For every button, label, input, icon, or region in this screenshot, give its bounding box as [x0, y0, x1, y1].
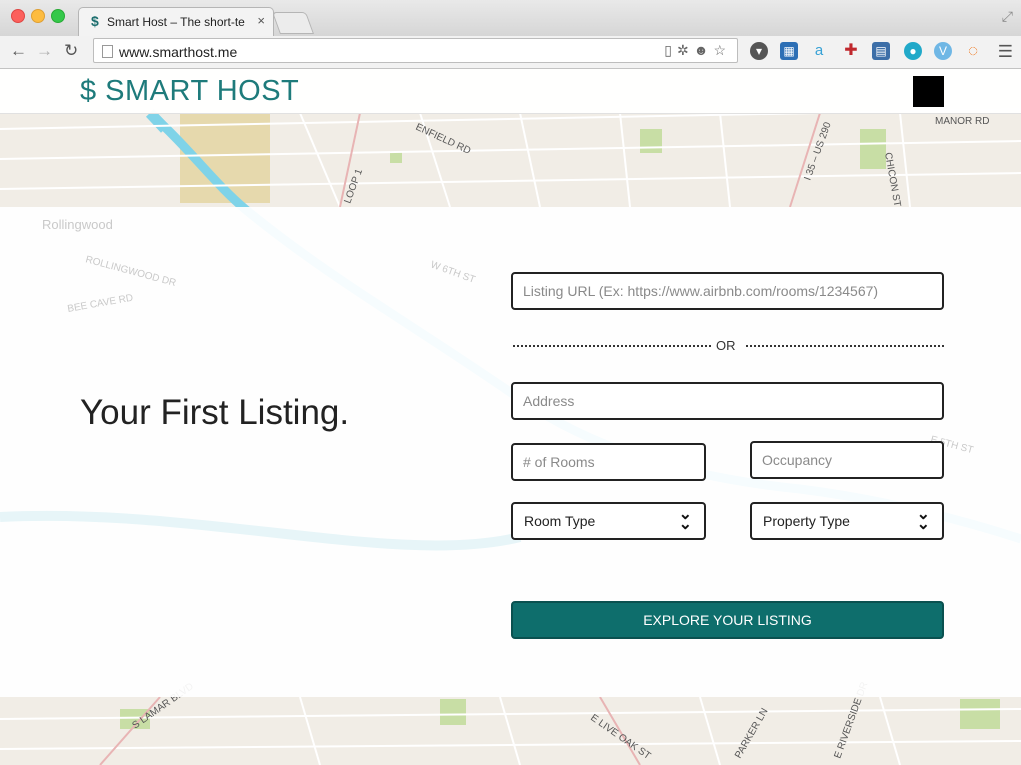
page-icon [102, 45, 113, 58]
reload-icon[interactable]: ↻ [64, 41, 78, 61]
map-label-bee-cave: BEE CAVE RD [67, 293, 134, 315]
browser-tab[interactable]: $ Smart Host – The short-te × [78, 7, 274, 36]
occupancy-input[interactable] [750, 441, 944, 479]
browser-titlebar: $ Smart Host – The short-te × ⤢ [0, 0, 1021, 36]
map-label-rollingwood: Rollingwood [42, 217, 113, 232]
room-type-label: Room Type [524, 513, 596, 529]
address-input[interactable] [511, 382, 944, 420]
or-label: OR [716, 338, 736, 353]
window-minimize-button[interactable] [31, 9, 45, 23]
listing-url-input[interactable] [511, 272, 944, 310]
divider-dots-left [513, 345, 711, 347]
browser-toolbar: ← → ↻ www.smarthost.me ▯✲☻☆ ▾ ▦ a ✚ ▤ ● … [0, 36, 1021, 69]
forward-arrow-icon[interactable]: → [36, 41, 53, 61]
omnibox-extension-icons[interactable]: ▯✲☻☆ [664, 42, 731, 59]
calendar-ext-icon[interactable]: ▦ [780, 42, 798, 60]
black-square-block[interactable] [913, 76, 944, 107]
window-close-button[interactable] [11, 9, 25, 23]
pocket-icon[interactable]: ▾ [750, 42, 768, 60]
new-tab-button[interactable] [271, 12, 315, 34]
refresh-ext-icon[interactable]: ◌ [964, 42, 982, 60]
address-bar[interactable]: www.smarthost.me ▯✲☻☆ [93, 38, 738, 63]
site-logo[interactable]: $ SMART HOST [80, 75, 299, 108]
divider-dots-right [746, 345, 944, 347]
fullscreen-icon[interactable]: ⤢ [1002, 8, 1013, 25]
explore-listing-button[interactable]: EXPLORE YOUR LISTING [511, 601, 944, 639]
a-ext-icon[interactable]: a [810, 42, 828, 60]
window-maximize-button[interactable] [51, 9, 65, 23]
tab-title: Smart Host – The short-te [107, 15, 245, 29]
tab-close-icon[interactable]: × [257, 13, 265, 28]
rooms-input[interactable] [511, 443, 706, 481]
page-headline: Your First Listing. [80, 393, 350, 432]
v-ext-icon[interactable]: V [934, 42, 952, 60]
hamburger-menu-icon[interactable]: ☰ [998, 42, 1013, 62]
site-header: $ SMART HOST [0, 69, 1021, 114]
map-label-rollingwood-dr: ROLLINGWOOD DR [84, 254, 177, 289]
map-label-manor-rd: MANOR RD [935, 116, 989, 127]
timer-ext-icon[interactable]: ▤ [872, 42, 890, 60]
room-type-select[interactable]: Room Type ⌄ ⌄ [511, 502, 706, 540]
double-chevron-down-icon: ⌄ ⌄ [916, 506, 930, 533]
circle-ext-icon[interactable]: ● [904, 42, 922, 60]
property-type-select[interactable]: Property Type ⌄ ⌄ [750, 502, 944, 540]
dollar-favicon-icon: $ [91, 13, 99, 29]
page: MANOR RD ENFIELD RD LOOP 1 I 35 – US 290… [0, 69, 1021, 765]
property-type-label: Property Type [763, 513, 850, 529]
back-arrow-icon[interactable]: ← [10, 41, 27, 61]
url-text: www.smarthost.me [119, 44, 238, 60]
map-label-w-6th: W 6TH ST [429, 259, 477, 285]
plus-ext-icon[interactable]: ✚ [842, 42, 860, 60]
or-divider: OR [511, 336, 944, 356]
double-chevron-down-icon: ⌄ ⌄ [678, 506, 692, 533]
